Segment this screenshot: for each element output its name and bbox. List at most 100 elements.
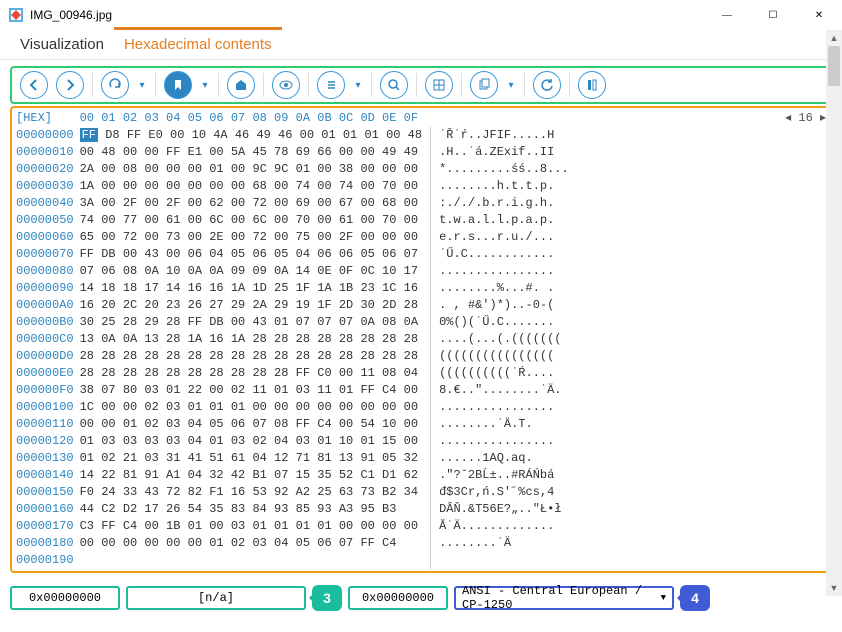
- hex-offset: 00000040: [16, 195, 74, 212]
- hex-ascii-row[interactable]: ........˙Ä: [439, 535, 569, 552]
- hex-ascii-row[interactable]: ."?ˇ2BĹ±..#RÁŃbá: [439, 467, 569, 484]
- tag-button[interactable]: [227, 71, 255, 99]
- hex-bytes-row[interactable]: 38 07 80 03 01 22 00 02 11 01 03 11 01 F…: [80, 382, 422, 399]
- vertical-scrollbar[interactable]: ▲ ▼: [826, 30, 842, 596]
- hex-bytes-row[interactable]: 16 20 2C 20 23 26 27 29 2A 29 19 1F 2D 3…: [80, 297, 422, 314]
- hex-offset: 00000030: [16, 178, 74, 195]
- hex-ascii-row[interactable]: ................: [439, 263, 569, 280]
- hex-ascii-row[interactable]: *.........śś..8...: [439, 161, 569, 178]
- hex-offset: 00000080: [16, 263, 74, 280]
- hex-bytes-row[interactable]: 00 00 00 00 00 00 01 02 03 04 05 06 07 F…: [80, 535, 422, 552]
- window-maximize-button[interactable]: ☐: [750, 0, 796, 30]
- hex-panel: [HEX] 0000000000000010000000200000003000…: [10, 106, 832, 573]
- hex-pager[interactable]: ◂ 16 ▸: [785, 110, 826, 127]
- hex-bytes-row[interactable]: 28 28 28 28 28 28 28 28 28 28 28 28 28 2…: [80, 348, 422, 365]
- hex-bytes-row[interactable]: [80, 552, 422, 569]
- grid-button[interactable]: [425, 71, 453, 99]
- hex-ascii-row[interactable]: ....(...(.(((((((: [439, 331, 569, 348]
- hex-offset: 00000010: [16, 144, 74, 161]
- hex-bytes-row[interactable]: 13 0A 0A 13 28 1A 16 1A 28 28 28 28 28 2…: [80, 331, 422, 348]
- hex-offset: 00000140: [16, 467, 74, 484]
- tab-bar: Visualization Hexadecimal contents: [0, 30, 842, 60]
- bookmark-menu-caret[interactable]: ▾: [200, 80, 210, 91]
- hex-offset: 00000190: [16, 552, 74, 569]
- hex-ascii-row[interactable]: đ$3Cr,ń.S'˝%cs,4: [439, 484, 569, 501]
- hex-ascii-row[interactable]: e.r.s...r.u./...: [439, 229, 569, 246]
- window-minimize-button[interactable]: —: [704, 0, 750, 30]
- hex-bytes-row[interactable]: F0 24 33 43 72 82 F1 16 53 92 A2 25 63 7…: [80, 484, 422, 501]
- window-close-button[interactable]: ✕: [796, 0, 842, 30]
- hex-bytes-row[interactable]: FF DB 00 43 00 06 04 05 06 05 04 06 06 0…: [80, 246, 422, 263]
- hex-ascii-row[interactable]: ........˙Ä.T.: [439, 416, 569, 433]
- hex-ascii-row[interactable]: t.w.a.l.l.p.a.p.: [439, 212, 569, 229]
- hex-ascii-row[interactable]: 8.€.."........˙Ä.: [439, 382, 569, 399]
- hex-bytes-row[interactable]: 01 03 03 03 03 04 01 03 02 04 03 01 10 0…: [80, 433, 422, 450]
- nav-forward-button[interactable]: [56, 71, 84, 99]
- hex-offset: 00000000: [16, 127, 74, 144]
- search-button[interactable]: [380, 71, 408, 99]
- hex-bytes-row[interactable]: 07 06 08 0A 10 0A 0A 09 09 0A 14 0E 0F 0…: [80, 263, 422, 280]
- hex-bytes-row[interactable]: 00 00 01 02 03 04 05 06 07 08 FF C4 00 5…: [80, 416, 422, 433]
- scroll-down-icon[interactable]: ▼: [826, 580, 842, 596]
- hex-bytes-row[interactable]: 01 02 21 03 31 41 51 61 04 12 71 81 13 9…: [80, 450, 422, 467]
- hex-ascii-row[interactable]: Ă˙Ä.............: [439, 518, 569, 535]
- bookmark-button[interactable]: [164, 71, 192, 99]
- hex-bytes-row[interactable]: 1C 00 00 02 03 01 01 01 00 00 00 00 00 0…: [80, 399, 422, 416]
- hex-ascii-row[interactable]: ................: [439, 433, 569, 450]
- redo-button[interactable]: [101, 71, 129, 99]
- status-offset-2: 0x00000000: [348, 586, 448, 610]
- hex-byte-selected[interactable]: FF: [80, 128, 98, 142]
- titlebar: IMG_00946.jpg — ☐ ✕: [0, 0, 842, 30]
- hex-bytes-row[interactable]: 14 22 81 91 A1 04 32 42 B1 07 15 35 52 C…: [80, 467, 422, 484]
- hex-ascii-row[interactable]: ((((((((((((((((: [439, 348, 569, 365]
- hex-bytes-row[interactable]: 2A 00 08 00 00 00 01 00 9C 9C 01 00 38 0…: [80, 161, 422, 178]
- scroll-up-icon[interactable]: ▲: [826, 30, 842, 46]
- hex-ascii-row[interactable]: 0%()(˙Ű.C.......: [439, 314, 569, 331]
- hex-offset: 00000070: [16, 246, 74, 263]
- list-menu-caret[interactable]: ▾: [353, 80, 363, 91]
- hex-ascii-row[interactable]: DÂŇ.&T56E?„.."Ł•ł: [439, 501, 569, 518]
- hex-bytes-row[interactable]: 3A 00 2F 00 2F 00 62 00 72 00 69 00 67 0…: [80, 195, 422, 212]
- toolbar: ▾ ▾ ▾ ▾: [10, 66, 832, 104]
- hex-ascii-row[interactable]: ˙Ű.C............: [439, 246, 569, 263]
- hex-ascii-row[interactable]: . , #&')*)..-0-(: [439, 297, 569, 314]
- hex-offset: 00000110: [16, 416, 74, 433]
- hex-ascii-row[interactable]: :././.b.r.i.g.h.: [439, 195, 569, 212]
- hex-bytes-row[interactable]: 28 28 28 28 28 28 28 28 28 28 FF C0 00 1…: [80, 365, 422, 382]
- chevron-down-icon: ▼: [661, 593, 666, 603]
- hex-bytes-row[interactable]: C3 FF C4 00 1B 01 00 03 01 01 01 01 00 0…: [80, 518, 422, 535]
- hex-ascii-row[interactable]: ......1AQ.aq.: [439, 450, 569, 467]
- hex-ascii-row[interactable]: ........%...#. .: [439, 280, 569, 297]
- copy-button[interactable]: [470, 71, 498, 99]
- tab-hexadecimal[interactable]: Hexadecimal contents: [114, 27, 282, 59]
- hex-bytes-row[interactable]: 1A 00 00 00 00 00 00 00 68 00 74 00 74 0…: [80, 178, 422, 195]
- redo-menu-caret[interactable]: ▾: [137, 80, 147, 91]
- columns-button[interactable]: [578, 71, 606, 99]
- hex-ascii-row[interactable]: ................: [439, 399, 569, 416]
- view-eye-button[interactable]: [272, 71, 300, 99]
- hex-bytes-row[interactable]: 00 48 00 00 FF E1 00 5A 45 78 69 66 00 0…: [80, 144, 422, 161]
- hex-bytes-row[interactable]: 74 00 77 00 61 00 6C 00 6C 00 70 00 61 0…: [80, 212, 422, 229]
- hex-ascii-row[interactable]: .H..˙á.ZExif..II: [439, 144, 569, 161]
- hex-bytes-row[interactable]: 44 C2 D2 17 26 54 35 83 84 93 85 93 A3 9…: [80, 501, 422, 518]
- hex-bytes-row[interactable]: 65 00 72 00 73 00 2E 00 72 00 75 00 2F 0…: [80, 229, 422, 246]
- hex-bytes-row[interactable]: 14 18 18 17 14 16 16 1A 1D 25 1F 1A 1B 2…: [80, 280, 422, 297]
- callout-status-left: 3: [312, 585, 342, 611]
- scroll-thumb[interactable]: [828, 46, 840, 86]
- callout-status-right: 4: [680, 585, 710, 611]
- hex-ascii-row[interactable]: ((((((((((˙Ŕ....: [439, 365, 569, 382]
- nav-back-button[interactable]: [20, 71, 48, 99]
- list-button[interactable]: [317, 71, 345, 99]
- hex-bytes-row[interactable]: FF D8 FF E0 00 10 4A 46 49 46 00 01 01 0…: [80, 127, 422, 144]
- status-encoding-dropdown[interactable]: ANSI - Central European / CP-1250 ▼: [454, 586, 674, 610]
- hex-ascii-row[interactable]: ˙Ř˙ŕ..JFIF.....H: [439, 127, 569, 144]
- tab-visualization[interactable]: Visualization: [10, 30, 114, 59]
- hex-offset: 000000D0: [16, 348, 74, 365]
- hex-offset: 00000150: [16, 484, 74, 501]
- copy-menu-caret[interactable]: ▾: [506, 80, 516, 91]
- refresh-button[interactable]: [533, 71, 561, 99]
- hex-offset: 000000F0: [16, 382, 74, 399]
- hex-bytes-row[interactable]: 30 25 28 29 28 FF DB 00 43 01 07 07 07 0…: [80, 314, 422, 331]
- hex-header-columns: 00 01 02 03 04 05 06 07 08 09 0A 0B 0C 0…: [80, 110, 786, 127]
- hex-ascii-row[interactable]: ........h.t.t.p.: [439, 178, 569, 195]
